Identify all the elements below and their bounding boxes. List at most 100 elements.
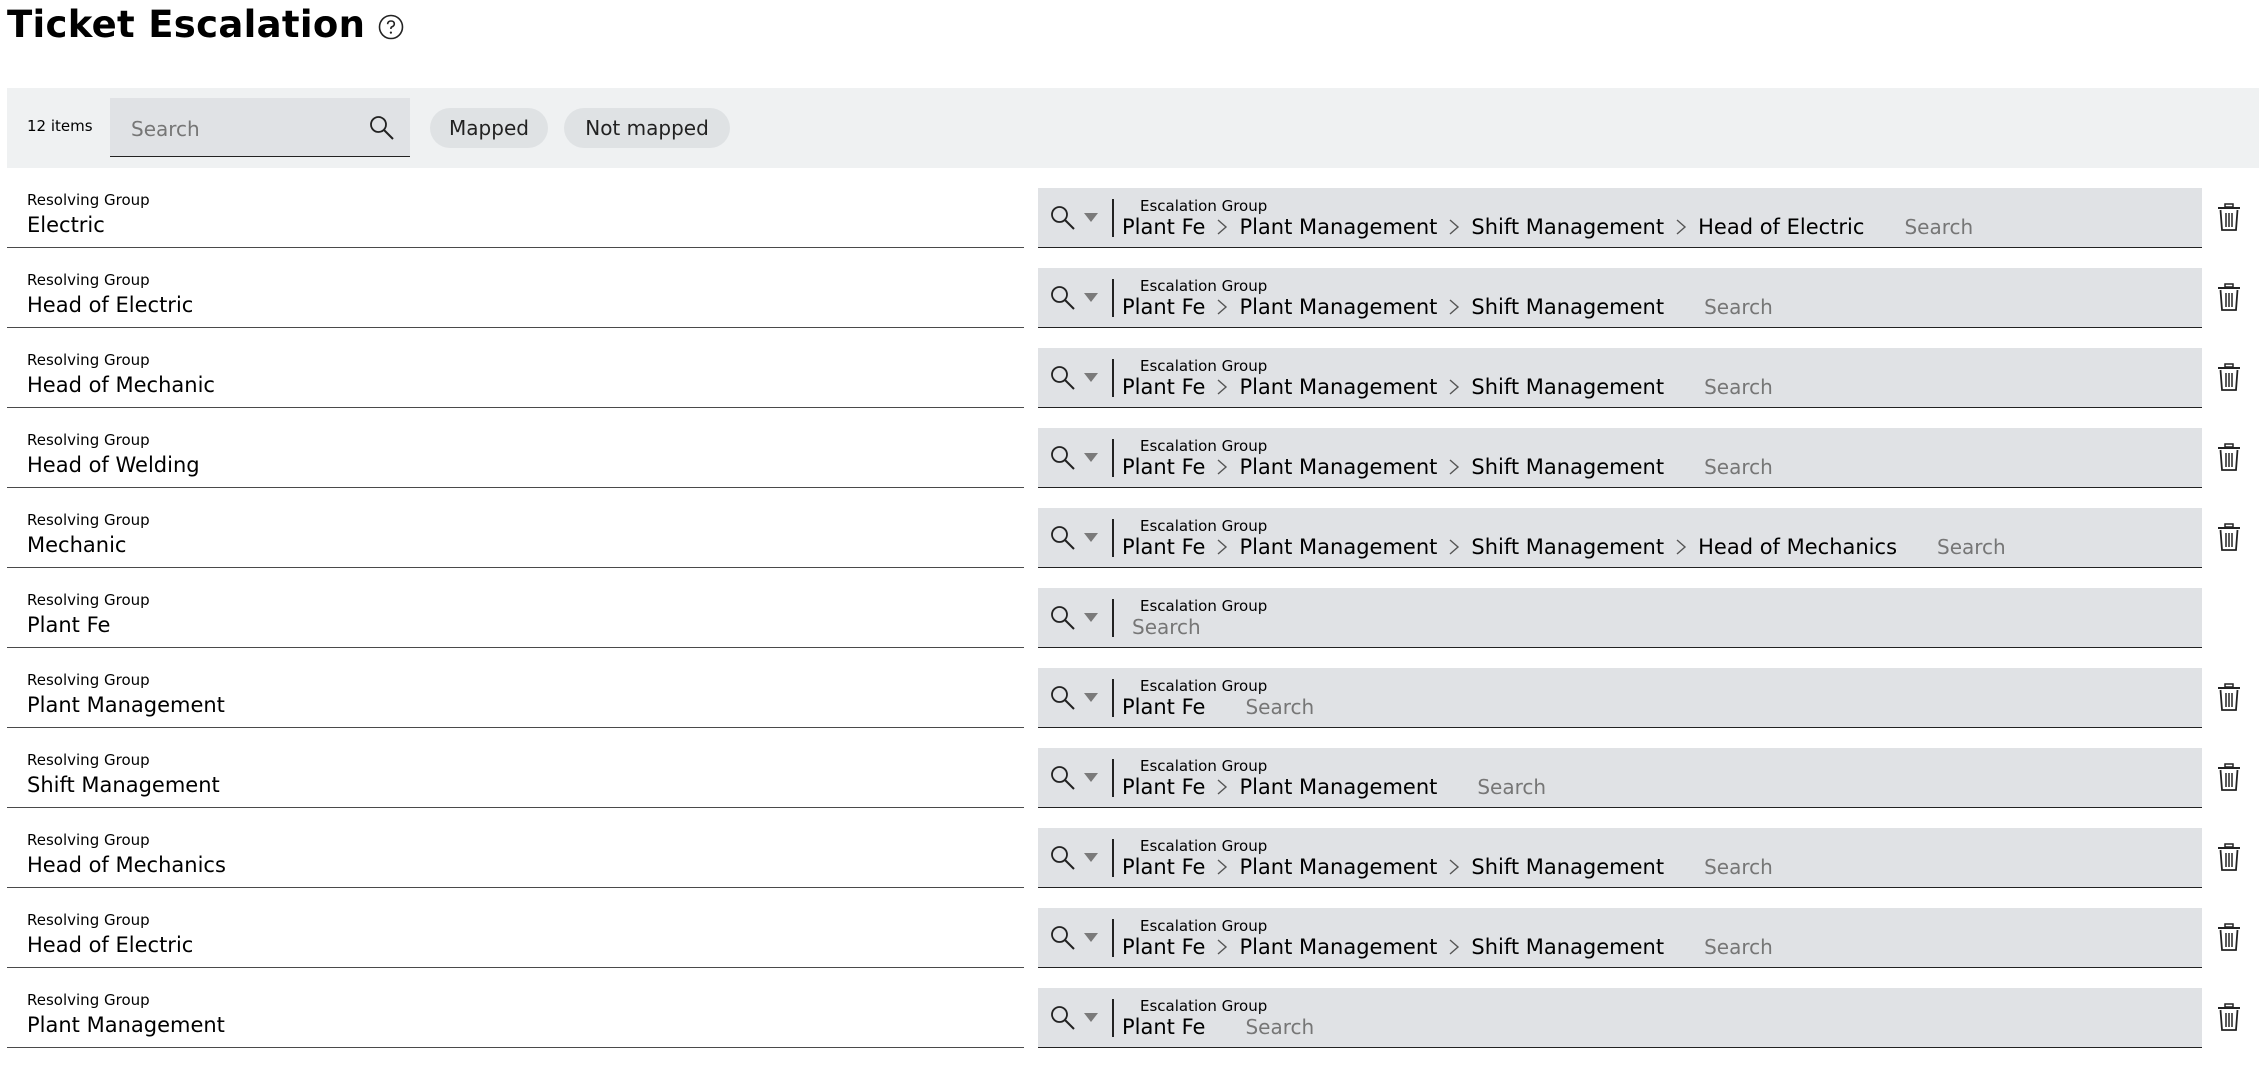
resolving-group-field[interactable]: Resolving Group Electric	[7, 188, 1024, 248]
breadcrumb-item[interactable]: Plant Management	[1239, 295, 1437, 319]
escalation-search-input[interactable]: Search	[1704, 935, 1773, 959]
escalation-search-input[interactable]: Search	[1704, 855, 1773, 879]
breadcrumb-item[interactable]: Head of Mechanics	[1698, 535, 1897, 559]
escalation-search-input[interactable]: Search	[1904, 215, 1973, 239]
search-icon[interactable]	[1049, 844, 1077, 872]
breadcrumb-item[interactable]: Plant Management	[1239, 215, 1437, 239]
breadcrumb: Search	[1122, 615, 1201, 639]
caret-down-icon[interactable]	[1084, 533, 1098, 542]
search-input[interactable]: Search	[110, 98, 410, 157]
resolving-group-field[interactable]: Resolving Group Head of Mechanic	[7, 348, 1024, 408]
escalation-group-field[interactable]: Escalation Group Plant Fe Search	[1038, 988, 2202, 1048]
breadcrumb-item[interactable]: Head of Electric	[1698, 215, 1864, 239]
resolving-group-field[interactable]: Resolving Group Plant Management	[7, 988, 1024, 1048]
escalation-group-field[interactable]: Escalation Group Plant Fe Plant Management…	[1038, 348, 2202, 408]
breadcrumb-item[interactable]: Shift Management	[1471, 295, 1664, 319]
breadcrumb-item[interactable]: Plant Management	[1239, 455, 1437, 479]
escalation-group-label: Escalation Group	[1140, 517, 1268, 535]
search-icon[interactable]	[1049, 1004, 1077, 1032]
breadcrumb-item[interactable]: Shift Management	[1471, 215, 1664, 239]
resolving-group-field[interactable]: Resolving Group Head of Mechanics	[7, 828, 1024, 888]
breadcrumb-item[interactable]: Plant Fe	[1122, 775, 1205, 799]
escalation-group-field[interactable]: Escalation Group Plant Fe Plant Management…	[1038, 428, 2202, 488]
breadcrumb-item[interactable]: Plant Management	[1239, 775, 1437, 799]
escalation-search-input[interactable]: Search	[1937, 535, 2006, 559]
escalation-search-input[interactable]: Search	[1704, 295, 1773, 319]
trash-icon[interactable]	[2217, 763, 2241, 791]
resolving-group-field[interactable]: Resolving Group Mechanic	[7, 508, 1024, 568]
caret-down-icon[interactable]	[1084, 213, 1098, 222]
breadcrumb-item[interactable]: Shift Management	[1471, 855, 1664, 879]
trash-icon[interactable]	[2217, 203, 2241, 231]
caret-down-icon[interactable]	[1084, 453, 1098, 462]
breadcrumb-item[interactable]: Plant Management	[1239, 375, 1437, 399]
breadcrumb-item[interactable]: Plant Fe	[1122, 375, 1205, 399]
search-icon[interactable]	[1049, 524, 1077, 552]
search-icon[interactable]	[1049, 364, 1077, 392]
breadcrumb-item[interactable]: Plant Fe	[1122, 855, 1205, 879]
search-icon[interactable]	[1049, 444, 1077, 472]
resolving-group-field[interactable]: Resolving Group Shift Management	[7, 748, 1024, 808]
breadcrumb-item[interactable]: Shift Management	[1471, 455, 1664, 479]
filter-chip-not-mapped[interactable]: Not mapped	[564, 108, 730, 148]
escalation-group-field[interactable]: Escalation Group Plant Fe Plant Management…	[1038, 908, 2202, 968]
breadcrumb-item[interactable]: Plant Management	[1239, 855, 1437, 879]
resolving-group-field[interactable]: Resolving Group Plant Management	[7, 668, 1024, 728]
escalation-search-input[interactable]: Search	[1245, 1015, 1314, 1039]
escalation-group-field[interactable]: Escalation Group Plant Fe Plant Management…	[1038, 188, 2202, 248]
help-icon[interactable]	[378, 14, 404, 40]
caret-down-icon[interactable]	[1084, 853, 1098, 862]
trash-icon[interactable]	[2217, 923, 2241, 951]
escalation-group-field[interactable]: Escalation Group Search	[1038, 588, 2202, 648]
caret-down-icon[interactable]	[1084, 373, 1098, 382]
escalation-search-input[interactable]: Search	[1245, 695, 1314, 719]
search-icon[interactable]	[1049, 204, 1077, 232]
resolving-group-field[interactable]: Resolving Group Head of Electric	[7, 908, 1024, 968]
breadcrumb-item[interactable]: Plant Fe	[1122, 535, 1205, 559]
breadcrumb-item[interactable]: Plant Fe	[1122, 1015, 1205, 1039]
search-icon[interactable]	[1049, 764, 1077, 792]
escalation-group-field[interactable]: Escalation Group Plant Fe Plant Management…	[1038, 828, 2202, 888]
caret-down-icon[interactable]	[1084, 613, 1098, 622]
escalation-search-input[interactable]: Search	[1704, 375, 1773, 399]
trash-icon[interactable]	[2217, 843, 2241, 871]
escalation-search-input[interactable]: Search	[1477, 775, 1546, 799]
resolving-group-label: Resolving Group	[27, 191, 150, 209]
resolving-group-field[interactable]: Resolving Group Head of Welding	[7, 428, 1024, 488]
breadcrumb-item[interactable]: Shift Management	[1471, 935, 1664, 959]
breadcrumb-item[interactable]: Plant Fe	[1122, 695, 1205, 719]
trash-icon[interactable]	[2217, 683, 2241, 711]
caret-down-icon[interactable]	[1084, 773, 1098, 782]
breadcrumb-item[interactable]: Plant Fe	[1122, 455, 1205, 479]
search-icon[interactable]	[1049, 284, 1077, 312]
trash-icon[interactable]	[2217, 1003, 2241, 1031]
breadcrumb-item[interactable]: Shift Management	[1471, 535, 1664, 559]
escalation-group-field[interactable]: Escalation Group Plant Fe Search	[1038, 668, 2202, 728]
escalation-group-field[interactable]: Escalation Group Plant Fe Plant Management…	[1038, 748, 2202, 808]
escalation-group-field[interactable]: Escalation Group Plant Fe Plant Management…	[1038, 508, 2202, 568]
breadcrumb-item[interactable]: Plant Management	[1239, 935, 1437, 959]
caret-down-icon[interactable]	[1084, 933, 1098, 942]
escalation-group-field[interactable]: Escalation Group Plant Fe Plant Management…	[1038, 268, 2202, 328]
search-icon[interactable]	[368, 114, 396, 142]
trash-icon[interactable]	[2217, 283, 2241, 311]
breadcrumb-item[interactable]: Plant Management	[1239, 535, 1437, 559]
filter-chip-mapped[interactable]: Mapped	[430, 108, 548, 148]
trash-icon[interactable]	[2217, 523, 2241, 551]
caret-down-icon[interactable]	[1084, 293, 1098, 302]
breadcrumb-item[interactable]: Plant Fe	[1122, 935, 1205, 959]
caret-down-icon[interactable]	[1084, 693, 1098, 702]
search-icon[interactable]	[1049, 684, 1077, 712]
breadcrumb-item[interactable]: Shift Management	[1471, 375, 1664, 399]
escalation-search-input[interactable]: Search	[1132, 615, 1201, 639]
trash-icon[interactable]	[2217, 443, 2241, 471]
breadcrumb-item[interactable]: Plant Fe	[1122, 215, 1205, 239]
caret-down-icon[interactable]	[1084, 1013, 1098, 1022]
search-icon[interactable]	[1049, 924, 1077, 952]
resolving-group-field[interactable]: Resolving Group Plant Fe	[7, 588, 1024, 648]
resolving-group-field[interactable]: Resolving Group Head of Electric	[7, 268, 1024, 328]
escalation-search-input[interactable]: Search	[1704, 455, 1773, 479]
breadcrumb-item[interactable]: Plant Fe	[1122, 295, 1205, 319]
search-icon[interactable]	[1049, 604, 1077, 632]
trash-icon[interactable]	[2217, 363, 2241, 391]
